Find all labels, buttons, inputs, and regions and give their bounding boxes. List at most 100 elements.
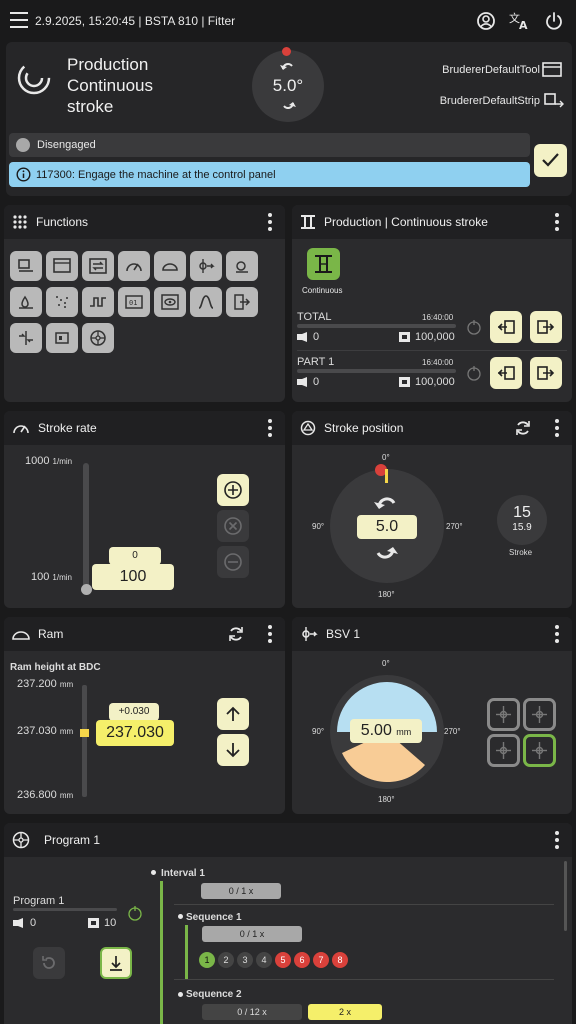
ram-refresh-icon[interactable] [227,625,245,643]
seq1-count: 0 / 1 x [202,926,302,942]
production-menu-icon[interactable] [550,213,564,231]
function-blowout-button[interactable] [46,287,78,317]
ram-menu-icon[interactable] [263,625,277,643]
function-cam-button[interactable] [82,287,114,317]
account-icon[interactable] [476,11,496,31]
step-badge[interactable]: 8 [332,952,348,968]
counter-part-time: 16:40:00 [422,358,454,367]
bsv-value-number: 5.00 [360,722,392,739]
program-panel: Program 1 Program 1 0 10 Interval 1 0 / … [4,823,572,1024]
state-indicator-icon [16,138,30,152]
function-die-button[interactable] [46,251,78,281]
interval-title: Interval 1 [161,868,205,879]
counter-part-reset-icon[interactable] [466,365,482,381]
bsv-value[interactable]: 5.00 mm [350,719,422,743]
function-exit-button[interactable] [226,287,258,317]
counter-part-decrease-button[interactable] [490,357,522,389]
stroke-position-menu-icon[interactable] [550,419,564,437]
seq2-bullet [178,992,183,997]
check-icon [542,153,559,167]
stroke-counter: 15 15.9 [497,495,547,545]
function-clamp-button[interactable] [10,323,42,353]
program-reset-button[interactable] [33,947,65,979]
stroke-counter-value: 15 [513,504,531,521]
function-monitoring-button[interactable] [154,287,186,317]
confirm-button[interactable] [534,144,567,177]
function-speed-button[interactable] [118,251,150,281]
stroke-rate-slider-thumb[interactable] [81,584,92,595]
dial-value: 5.0° [272,76,304,95]
stroke-position-value[interactable]: 5.0 [357,515,417,539]
program-scrollbar[interactable] [564,861,567,931]
function-curve-button[interactable] [190,287,222,317]
program-menu-icon[interactable] [550,831,564,849]
step-badge[interactable]: 7 [313,952,329,968]
info-message: 117300: Engage the machine at the contro… [9,162,530,187]
stroke-rate-value[interactable]: 100 [92,564,174,590]
function-counter-button[interactable]: 01 [118,287,150,317]
tool-icon[interactable] [542,62,562,78]
bsv-mode-button-3[interactable] [487,734,520,767]
refresh-icon[interactable] [514,419,532,437]
counter-total-decrease-button[interactable] [490,311,522,343]
logo-icon [17,61,51,95]
strip-icon[interactable] [544,92,564,108]
position-dial[interactable]: 5.0° [252,47,324,122]
ram-down-button[interactable] [217,734,249,766]
menu-icon[interactable] [10,12,28,28]
function-sensor-button[interactable] [46,323,78,353]
counter-total-target: 100,000 [415,331,455,343]
interval-divider [174,904,554,905]
program-done: 0 [30,917,37,929]
bsv-mode-button-1[interactable] [487,698,520,731]
step-badge[interactable]: 2 [218,952,234,968]
step-badge[interactable]: 6 [294,952,310,968]
rotate-cw-icon [283,102,296,109]
seq2-count: 0 / 12 x [202,1004,302,1020]
program-load-button[interactable] [100,947,132,979]
counter-part-target-icon [399,377,410,387]
function-ram-button[interactable] [154,251,186,281]
ram-up-button[interactable] [217,698,249,730]
page-title-line2: Continuous [67,76,154,95]
tree-line-main [160,881,163,1024]
function-feeder-button[interactable] [226,251,258,281]
stroke-position-deg-270: 270° [446,522,463,531]
stroke-rate-menu-icon[interactable] [263,419,277,437]
stroke-rate-slider-track[interactable] [83,463,89,593]
apps-grid-icon [13,215,27,229]
ram-value[interactable]: 237.030 [96,720,174,746]
function-bsv-button[interactable] [190,251,222,281]
stroke-rate-minus-button[interactable] [217,546,249,578]
power-icon[interactable] [544,11,564,31]
function-tool-change-button[interactable] [10,251,42,281]
page-title-line1: Production [67,55,149,74]
counter-total-reset-icon[interactable] [466,319,482,335]
bsv-mode-button-2[interactable] [523,698,556,731]
tool-name: BrudererDefaultTool [442,64,540,76]
step-badge[interactable]: 1 [199,952,215,968]
step-badge[interactable]: 3 [237,952,253,968]
functions-title: Functions [36,215,89,229]
machine-state: Disengaged [9,133,530,157]
function-program-button[interactable] [82,323,114,353]
bsv-mode-button-4[interactable] [523,734,556,767]
continuous-mode-button[interactable] [307,248,340,280]
program-target: 10 [104,917,117,929]
stroke-position-dial[interactable]: 5.0 [330,464,444,583]
step-badge[interactable]: 5 [275,952,291,968]
function-lubrication-button[interactable] [10,287,42,317]
translate-icon[interactable]: 文 A [509,11,531,31]
counter-part-increase-button[interactable] [530,357,562,389]
bsv-menu-icon[interactable] [550,625,564,643]
step-badge[interactable]: 4 [256,952,272,968]
functions-menu-icon[interactable] [263,213,277,231]
stroke-rate-plus-button[interactable] [217,474,249,506]
function-transfer-button[interactable] [82,251,114,281]
ram-slider-track[interactable] [82,685,87,797]
functions-panel: Functions 01 [4,205,285,402]
ram-icon [12,631,30,640]
counter-total-increase-button[interactable] [530,311,562,343]
stroke-rate-reset-button[interactable] [217,510,249,542]
program-power-icon[interactable] [127,905,143,921]
